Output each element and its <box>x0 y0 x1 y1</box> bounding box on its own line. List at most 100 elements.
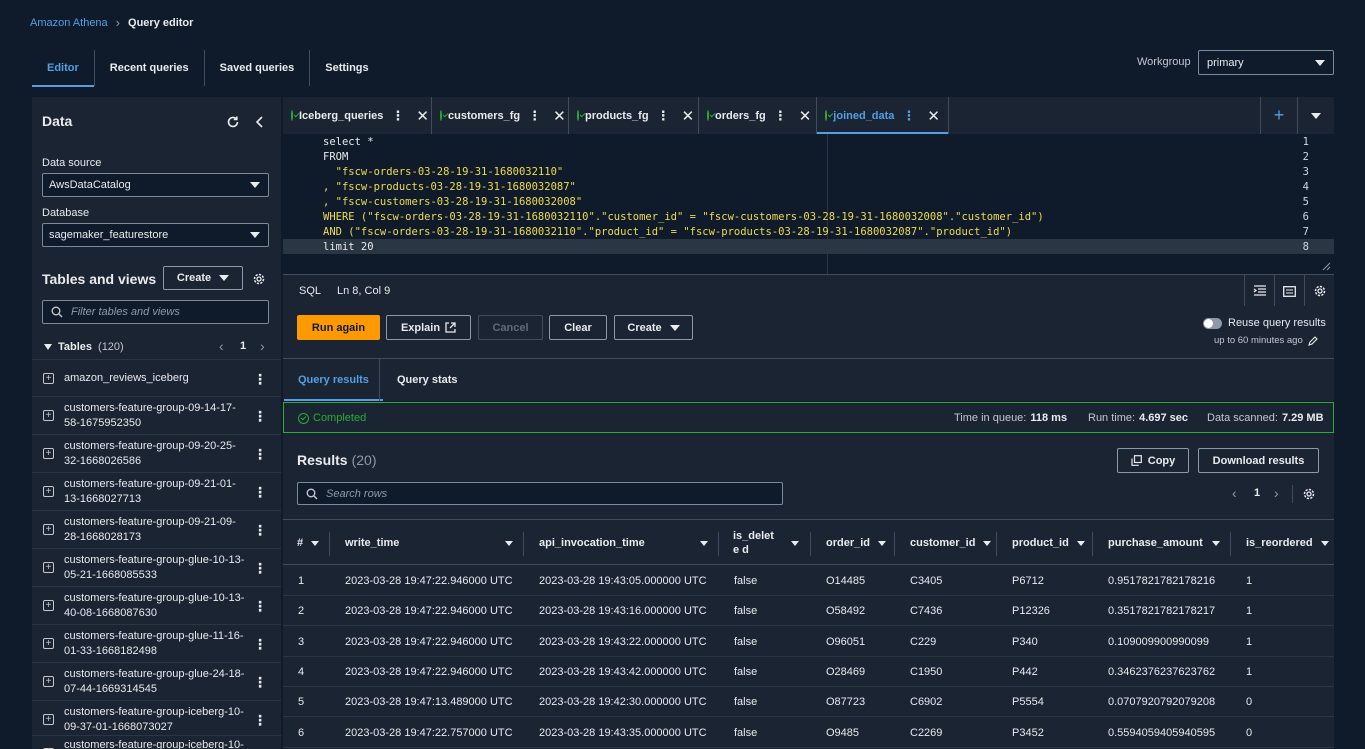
editor-tab-joined-data[interactable]: joined_data ⋮ ✕ <box>817 97 949 134</box>
filter-tables-input[interactable]: Filter tables and views <box>42 300 269 324</box>
more-options-icon[interactable]: ⋮ <box>391 108 404 124</box>
expand-icon[interactable]: + <box>43 713 54 725</box>
table-item[interactable]: + customers-feature-group-iceberg-10-09-3… <box>32 700 281 738</box>
tab-recent-queries[interactable]: Recent queries <box>95 50 205 86</box>
column-divider[interactable] <box>810 532 811 556</box>
table-item[interactable]: +customers-feature-group-iceberg-10- <box>32 735 281 749</box>
more-options-icon[interactable]: ⋮ <box>253 484 267 501</box>
format-query-icon[interactable] <box>1244 275 1274 307</box>
add-tab-icon[interactable]: + <box>1260 97 1297 134</box>
more-options-icon[interactable]: ⋮ <box>902 108 915 124</box>
close-icon[interactable]: ✕ <box>927 107 940 125</box>
table-row[interactable]: 1 2023-03-28 19:47:22.946000 UTC 2023-03-2… <box>283 566 1334 596</box>
table-row[interactable]: 2 2023-03-28 19:47:22.946000 UTC 2023-03-2… <box>283 596 1334 627</box>
tabs-menu-button[interactable] <box>1297 97 1334 134</box>
results-page-number[interactable]: 1 <box>1254 487 1260 499</box>
chevron-right-icon[interactable]: › <box>1274 485 1279 501</box>
column-header[interactable]: is_reordered <box>1246 520 1329 566</box>
table-row[interactable]: 3 2023-03-28 19:47:22.946000 UTC 2023-03-2… <box>283 627 1334 657</box>
column-header[interactable]: customer_id <box>910 520 992 566</box>
editor-tab-products-fg[interactable]: products_fg ⋮ ✕ <box>569 97 699 134</box>
editor-tab-customers-fg[interactable]: customers_fg ⋮ ✕ <box>432 97 569 134</box>
create-menu-button[interactable]: Create <box>614 315 693 340</box>
create-button[interactable]: Create <box>163 266 243 290</box>
tab-saved-queries[interactable]: Saved queries <box>205 50 311 86</box>
table-item[interactable]: + customers-feature-group-glue-10-13-05-2… <box>32 548 281 586</box>
refresh-icon[interactable] <box>226 115 240 129</box>
column-header[interactable]: product_id <box>1012 520 1085 566</box>
chevron-left-icon[interactable]: ‹ <box>219 338 224 354</box>
column-header[interactable]: purchase_amount <box>1108 520 1203 566</box>
expand-icon[interactable]: + <box>43 447 54 459</box>
chevron-right-icon[interactable]: › <box>260 338 265 354</box>
more-options-icon[interactable]: ⋮ <box>253 560 267 577</box>
more-options-icon[interactable]: ⋮ <box>253 371 267 388</box>
editor-tab-orders-fg[interactable]: orders_fg ⋮ ✕ <box>699 97 817 134</box>
tab-settings[interactable]: Settings <box>310 50 383 86</box>
tab-query-results[interactable]: Query results <box>284 359 383 401</box>
column-divider[interactable] <box>523 532 524 556</box>
table-item[interactable]: + customers-feature-group-09-21-09-28-166… <box>32 510 281 548</box>
column-header[interactable]: order_id <box>826 520 887 566</box>
column-divider[interactable] <box>996 532 997 556</box>
sort-icon[interactable] <box>878 540 887 546</box>
table-preferences-gear-icon[interactable] <box>1302 487 1316 501</box>
editor-settings-gear-icon[interactable] <box>1304 275 1334 307</box>
sort-icon[interactable] <box>311 540 320 546</box>
search-rows-input[interactable]: Search rows <box>297 482 783 505</box>
gear-icon[interactable] <box>252 272 266 286</box>
run-again-button[interactable]: Run again <box>297 315 380 340</box>
clear-button[interactable]: Clear <box>549 315 607 340</box>
table-item[interactable]: + customers-feature-group-glue-24-18-07-4… <box>32 662 281 700</box>
close-icon[interactable]: ✕ <box>416 107 429 125</box>
table-item[interactable]: + amazon_reviews_iceberg ⋮ <box>32 359 281 397</box>
expand-icon[interactable]: + <box>43 675 54 687</box>
chevron-left-icon[interactable]: ‹ <box>1232 485 1237 501</box>
table-row[interactable]: 5 2023-03-28 19:47:13.489000 UTC 2023-03-2… <box>283 687 1334 718</box>
table-row[interactable]: 6 2023-03-28 19:47:22.757000 UTC 2023-03-2… <box>283 718 1334 748</box>
keyboard-shortcuts-icon[interactable] <box>1274 275 1304 307</box>
more-options-icon[interactable]: ⋮ <box>253 408 267 425</box>
tables-section-header[interactable]: Tables (120) <box>44 341 124 353</box>
editor-tab-iceberg-queries[interactable]: Iceberg_queries ⋮ ✕ <box>283 97 432 134</box>
column-divider[interactable] <box>1092 532 1093 556</box>
toggle-switch[interactable] <box>1203 317 1222 329</box>
more-options-icon[interactable]: ⋮ <box>253 446 267 463</box>
database-select[interactable]: sagemaker_featurestore <box>42 223 269 247</box>
reuse-results-toggle[interactable]: Reuse query results <box>1203 317 1326 329</box>
more-options-icon[interactable]: ⋮ <box>253 522 267 539</box>
column-divider[interactable] <box>329 532 330 556</box>
table-row[interactable]: 4 2023-03-28 19:47:22.946000 UTC 2023-03-2… <box>283 657 1334 687</box>
cancel-button[interactable]: Cancel <box>478 315 543 340</box>
tables-page-number[interactable]: 1 <box>240 340 246 352</box>
sort-icon[interactable] <box>1212 520 1220 566</box>
table-item[interactable]: + customers-feature-group-09-21-01-13-166… <box>32 472 281 510</box>
column-divider[interactable] <box>718 532 719 556</box>
column-header[interactable]: api_invocation_time <box>539 520 645 566</box>
sort-icon[interactable] <box>505 520 513 566</box>
more-options-icon[interactable]: ⋮ <box>253 674 267 691</box>
table-item[interactable]: + customers-feature-group-glue-11-16-01-3… <box>32 624 281 662</box>
column-header[interactable]: # <box>297 520 320 566</box>
table-item[interactable]: + customers-feature-group-09-14-17-58-167… <box>32 396 281 434</box>
column-divider[interactable] <box>894 532 895 556</box>
expand-icon[interactable]: + <box>43 409 54 421</box>
expand-icon[interactable]: + <box>43 485 54 497</box>
sort-icon[interactable] <box>1076 540 1085 546</box>
collapse-left-icon[interactable] <box>254 115 266 129</box>
more-options-icon[interactable]: ⋮ <box>657 108 670 124</box>
more-options-icon[interactable]: ⋮ <box>253 636 267 653</box>
column-divider[interactable] <box>1230 532 1231 556</box>
expand-icon[interactable]: + <box>43 372 54 384</box>
more-options-icon[interactable]: ⋮ <box>253 598 267 615</box>
close-icon[interactable]: ✕ <box>799 107 812 125</box>
tab-query-stats[interactable]: Query stats <box>397 359 458 401</box>
edit-pencil-icon[interactable] <box>1307 335 1318 346</box>
copy-button[interactable]: Copy <box>1117 448 1189 473</box>
data-source-select[interactable]: AwsDataCatalog <box>42 173 269 197</box>
workgroup-select[interactable]: primary <box>1198 50 1334 75</box>
explain-button[interactable]: Explain <box>386 315 471 340</box>
column-header[interactable]: is_delete d <box>733 520 783 566</box>
reuse-age[interactable]: up to 60 minutes ago <box>1214 335 1318 346</box>
resize-handle-icon[interactable] <box>1321 261 1331 271</box>
